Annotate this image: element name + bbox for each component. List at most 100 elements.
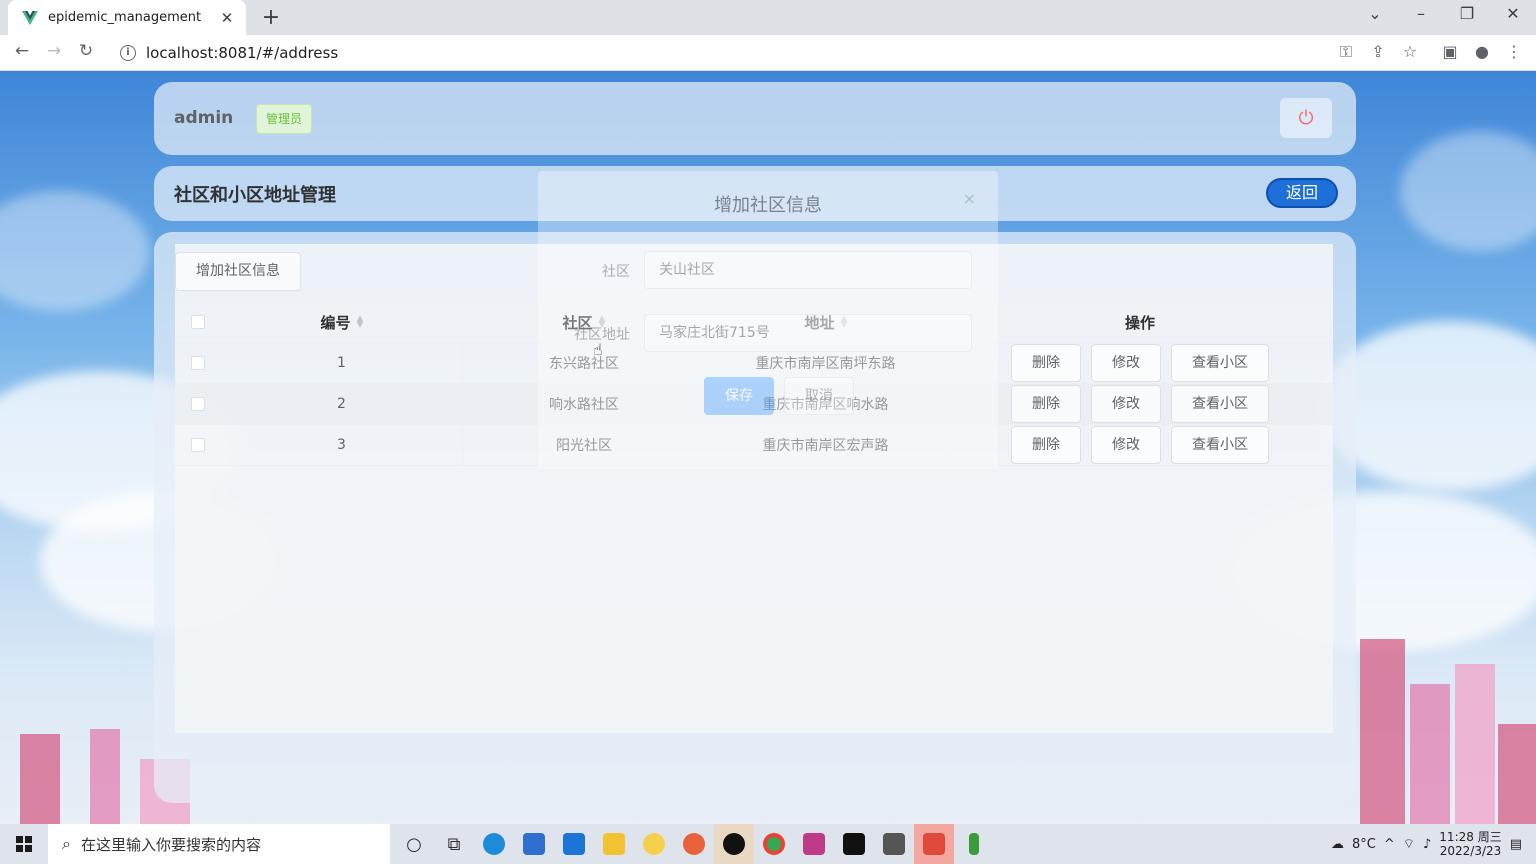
reload-icon[interactable]: ↻ [75, 41, 97, 61]
community-input[interactable]: 关山社区 [644, 251, 972, 289]
address-input[interactable]: 马家庄北街715号 [644, 314, 972, 352]
profile-avatar-icon[interactable]: ● [1471, 42, 1493, 61]
mail-icon[interactable] [554, 824, 594, 864]
share-icon[interactable]: ⇪ [1367, 42, 1389, 61]
store-icon[interactable] [514, 824, 554, 864]
url-text: localhost:8081/#/address [146, 44, 339, 62]
site-info-icon[interactable]: i [120, 45, 136, 61]
side-panel-icon[interactable]: ▣ [1439, 42, 1461, 61]
building-decoration [90, 729, 120, 824]
clock[interactable]: 11:28 周三 2022/3/23 [1439, 830, 1501, 858]
edit-button[interactable]: 修改 [1091, 385, 1161, 423]
cell-id: 1 [221, 343, 463, 383]
intellij-icon[interactable] [794, 824, 834, 864]
browser-tab-bar: epidemic_management ✕ + ⌄ – ❐ ✕ [0, 0, 1536, 35]
role-badge: 管理员 [256, 104, 313, 134]
windows-taskbar: ⌕ 在这里输入你要搜索的内容 ○ ⧉ ☁ 8°C ^ ⌔ ♪ 11:28 周三 … [0, 824, 1536, 864]
taskbar-search[interactable]: ⌕ 在这里输入你要搜索的内容 [48, 824, 390, 864]
power-icon: ⏻ [1298, 107, 1314, 129]
building-decoration [1410, 684, 1450, 824]
edit-button[interactable]: 修改 [1091, 426, 1161, 464]
key-icon[interactable]: ⚿ [1335, 42, 1357, 62]
url-field[interactable]: i localhost:8081/#/address [108, 39, 1338, 67]
building-decoration [1455, 664, 1495, 824]
firefox-icon[interactable] [674, 824, 714, 864]
chrome-icon[interactable] [754, 824, 794, 864]
window-close-icon[interactable]: ✕ [1500, 4, 1526, 23]
dialog-close-icon[interactable]: × [963, 189, 976, 208]
bookmark-star-icon[interactable]: ☆ [1399, 42, 1421, 61]
building-decoration [20, 734, 60, 824]
cancel-button[interactable]: 取消 [784, 377, 854, 415]
view-subdistricts-button[interactable]: 查看小区 [1171, 385, 1269, 423]
building-decoration [1498, 724, 1536, 824]
community-label: 社区 [602, 264, 630, 280]
add-community-dialog: 增加社区信息 × 社区 关山社区 社区地址 马家庄北街715号 保存 取消 [538, 171, 998, 469]
edge-icon[interactable] [474, 824, 514, 864]
cell-id: 3 [221, 425, 463, 465]
app-icon[interactable] [914, 824, 954, 864]
add-community-button[interactable]: 增加社区信息 [175, 252, 301, 291]
cloud-decoration [1400, 131, 1536, 251]
vue-logo-icon [22, 10, 38, 25]
back-arrow-icon[interactable]: ← [11, 41, 33, 61]
tray-chevron-icon[interactable]: ^ [1384, 837, 1395, 852]
cell-id: 2 [221, 384, 463, 424]
start-button[interactable] [0, 824, 48, 864]
network-icon[interactable]: ⌔ [1403, 836, 1415, 852]
terminal-icon[interactable] [834, 824, 874, 864]
weather-icon[interactable]: ☁ [1331, 837, 1344, 852]
file-explorer-icon[interactable] [594, 824, 634, 864]
weather-temp[interactable]: 8°C [1352, 837, 1376, 852]
building-decoration [1360, 639, 1405, 824]
view-subdistricts-button[interactable]: 查看小区 [1171, 344, 1269, 382]
row-checkbox[interactable] [191, 356, 205, 370]
minimize-icon[interactable]: – [1408, 4, 1434, 23]
page-title: 社区和小区地址管理 [174, 185, 336, 206]
view-subdistricts-button[interactable]: 查看小区 [1171, 426, 1269, 464]
dialog-title: 增加社区信息 [714, 195, 822, 216]
delete-button[interactable]: 删除 [1011, 426, 1081, 464]
cloud-decoration [0, 191, 150, 311]
notification-icon[interactable]: ▤ [1510, 837, 1522, 852]
back-button[interactable]: 返回 [1266, 178, 1338, 208]
battery-app-icon[interactable] [954, 824, 994, 864]
cell-actions: 删除 修改 查看小区 [947, 384, 1333, 424]
new-tab-icon[interactable]: + [258, 5, 284, 30]
forward-arrow-icon[interactable]: → [43, 41, 65, 61]
app-icon[interactable] [874, 824, 914, 864]
browser-menu-icon[interactable]: ⋮ [1503, 42, 1525, 61]
row-checkbox[interactable] [191, 397, 205, 411]
cell-actions: 删除 修改 查看小区 [947, 343, 1333, 383]
browser-tab[interactable]: epidemic_management ✕ [8, 0, 246, 35]
cortana-icon[interactable]: ○ [394, 824, 434, 864]
tab-search-chevron-icon[interactable]: ⌄ [1362, 4, 1388, 23]
address-bar: ← → ↻ i localhost:8081/#/address [0, 35, 1536, 71]
task-view-icon[interactable]: ⧉ [434, 824, 474, 864]
sort-caret-icon[interactable]: ▲ ▼ [357, 315, 364, 330]
user-name: admin [174, 108, 234, 128]
header-panel: admin 管理员 ⏻ [154, 82, 1356, 155]
tab-close-icon[interactable]: ✕ [218, 9, 236, 27]
select-all-checkbox[interactable] [191, 315, 205, 329]
system-tray: ☁ 8°C ^ ⌔ ♪ 11:28 周三 2022/3/23 ▤ [1331, 824, 1536, 864]
app-icon[interactable] [714, 824, 754, 864]
volume-icon[interactable]: ♪ [1423, 837, 1431, 852]
column-header-actions: 操作 [1124, 313, 1155, 332]
app-icon[interactable] [634, 824, 674, 864]
mouse-cursor-icon: ☝ [593, 340, 603, 359]
save-button[interactable]: 保存 [704, 377, 774, 415]
delete-button[interactable]: 删除 [1011, 385, 1081, 423]
column-header-id[interactable]: 编号 ▲ ▼ [221, 302, 463, 342]
restore-icon[interactable]: ❐ [1454, 4, 1480, 23]
windows-logo-icon [16, 836, 32, 852]
tab-title: epidemic_management [48, 10, 202, 25]
row-checkbox[interactable] [191, 438, 205, 452]
address-label: 社区地址 [574, 327, 630, 343]
logout-button[interactable]: ⏻ [1280, 98, 1332, 138]
edit-button[interactable]: 修改 [1091, 344, 1161, 382]
delete-button[interactable]: 删除 [1011, 344, 1081, 382]
cell-actions: 删除 修改 查看小区 [947, 425, 1333, 465]
taskbar-search-placeholder: 在这里输入你要搜索的内容 [80, 835, 261, 854]
search-icon: ⌕ [62, 834, 71, 853]
